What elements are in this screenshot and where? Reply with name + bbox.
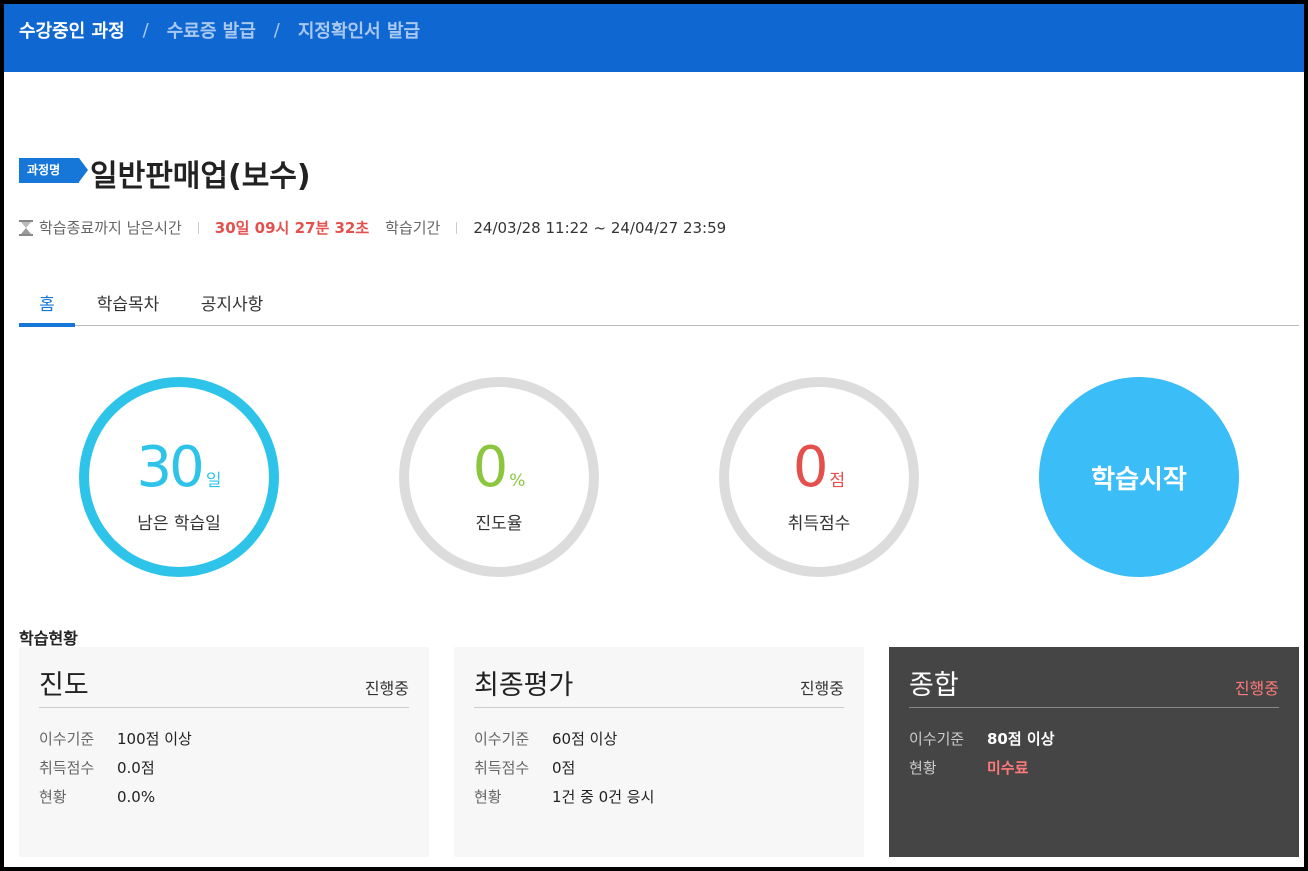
divider: [456, 221, 458, 234]
tab-contents[interactable]: 학습목차: [96, 286, 160, 326]
row-value: 0.0점: [117, 759, 155, 777]
card-status: 진행중: [1234, 679, 1279, 698]
card-status: 진행중: [364, 679, 409, 698]
card-title: 최종평가: [474, 670, 574, 701]
progress-rate-value: 0: [472, 435, 509, 500]
row-key: 취득점수: [39, 759, 95, 777]
remaining-days-number: 30 일: [89, 435, 269, 500]
progress-rate-number: 0%: [409, 435, 589, 500]
divider: [197, 221, 199, 234]
row-key: 이수기준: [474, 730, 530, 748]
progress-rate-unit: %: [509, 471, 526, 491]
row-value: 미수료: [987, 759, 1029, 777]
card-row: 현황 미수료: [909, 753, 1279, 782]
card-title: 종합: [909, 670, 959, 701]
progress-status-card: 진도 진행중 이수기준 100점 이상 취득점수 0.0점 현황 0.0%: [19, 647, 429, 857]
breadcrumb-link-current-courses[interactable]: 수강중인 과정: [19, 17, 125, 43]
progress-rate-label: 진도율: [475, 514, 523, 534]
card-header: 최종평가 진행중: [474, 647, 844, 708]
breadcrumb-link-confirmation[interactable]: 지정확인서 발급: [298, 17, 420, 43]
remaining-days-value: 30: [136, 435, 205, 500]
score-circle: 0점 취득점수: [719, 377, 919, 577]
card-header: 진도 진행중: [39, 647, 409, 708]
study-period-value: 24/03/28 11:22 ~ 24/04/27 23:59: [473, 218, 727, 237]
course-name-badge: 과정명: [19, 158, 88, 183]
course-meta: 학습종료까지 남은시간 30일 09시 27분 32초 학습기간 24/03/2…: [19, 217, 726, 238]
start-learning-button[interactable]: 학습시작: [1039, 377, 1239, 577]
row-key: 취득점수: [474, 759, 530, 777]
top-navigation-bar: 수강중인 과정 / 수료증 발급 / 지정확인서 발급: [4, 4, 1304, 72]
card-row: 이수기준 80점 이상: [909, 724, 1279, 753]
card-status: 진행중: [799, 679, 844, 698]
progress-rate-circle: 0% 진도율: [399, 377, 599, 577]
breadcrumb-link-certificate[interactable]: 수료증 발급: [167, 17, 256, 43]
row-value: 1건 중 0건 응시: [552, 788, 655, 806]
row-key: 현황: [39, 788, 67, 806]
row-value: 0점: [552, 759, 576, 777]
row-value: 80점 이상: [987, 730, 1055, 748]
card-row: 취득점수 0.0점: [39, 753, 409, 782]
page-frame: 수강중인 과정 / 수료증 발급 / 지정확인서 발급 과정명 일반판매업(보수…: [4, 4, 1304, 867]
row-value: 100점 이상: [117, 730, 192, 748]
remaining-days-unit: 일: [205, 471, 222, 491]
tab-notices[interactable]: 공지사항: [200, 286, 264, 326]
row-key: 현황: [909, 759, 937, 777]
breadcrumb-separator: /: [142, 19, 149, 41]
breadcrumb: 수강중인 과정 / 수료증 발급 / 지정확인서 발급: [19, 17, 420, 43]
card-header: 종합 진행중: [909, 647, 1279, 708]
tab-bar: 홈 학습목차 공지사항: [19, 286, 1299, 327]
row-key: 이수기준: [39, 730, 95, 748]
remaining-days-circle: 30 일 남은 학습일: [79, 377, 279, 577]
hourglass-icon: [19, 219, 33, 236]
score-value: 0: [792, 435, 829, 500]
row-key: 이수기준: [909, 730, 965, 748]
remaining-time-value: 30일 09시 27분 32초: [214, 219, 370, 237]
tab-home[interactable]: 홈: [19, 286, 75, 327]
card-row: 이수기준 60점 이상: [474, 724, 844, 753]
study-period-label: 학습기간: [385, 219, 441, 237]
overall-status-card: 종합 진행중 이수기준 80점 이상 현황 미수료: [889, 647, 1299, 857]
card-row: 현황 0.0%: [39, 782, 409, 811]
card-row: 취득점수 0점: [474, 753, 844, 782]
row-key: 현황: [474, 788, 502, 806]
course-title: 일반판매업(보수): [90, 159, 311, 194]
card-row: 현황 1건 중 0건 응시: [474, 782, 844, 811]
score-unit: 점: [829, 471, 846, 491]
remaining-days-label: 남은 학습일: [137, 514, 221, 534]
card-row: 이수기준 100점 이상: [39, 724, 409, 753]
row-value: 0.0%: [117, 787, 156, 806]
breadcrumb-separator: /: [273, 19, 280, 41]
score-number: 0점: [729, 435, 909, 500]
final-exam-status-card: 최종평가 진행중 이수기준 60점 이상 취득점수 0점 현황 1건 중 0건 응시: [454, 647, 864, 857]
remaining-time-label: 학습종료까지 남은시간: [39, 219, 182, 237]
card-title: 진도: [39, 670, 89, 701]
row-value: 60점 이상: [552, 730, 618, 748]
score-label: 취득점수: [787, 514, 851, 534]
learning-status-heading: 학습현황: [19, 629, 78, 648]
